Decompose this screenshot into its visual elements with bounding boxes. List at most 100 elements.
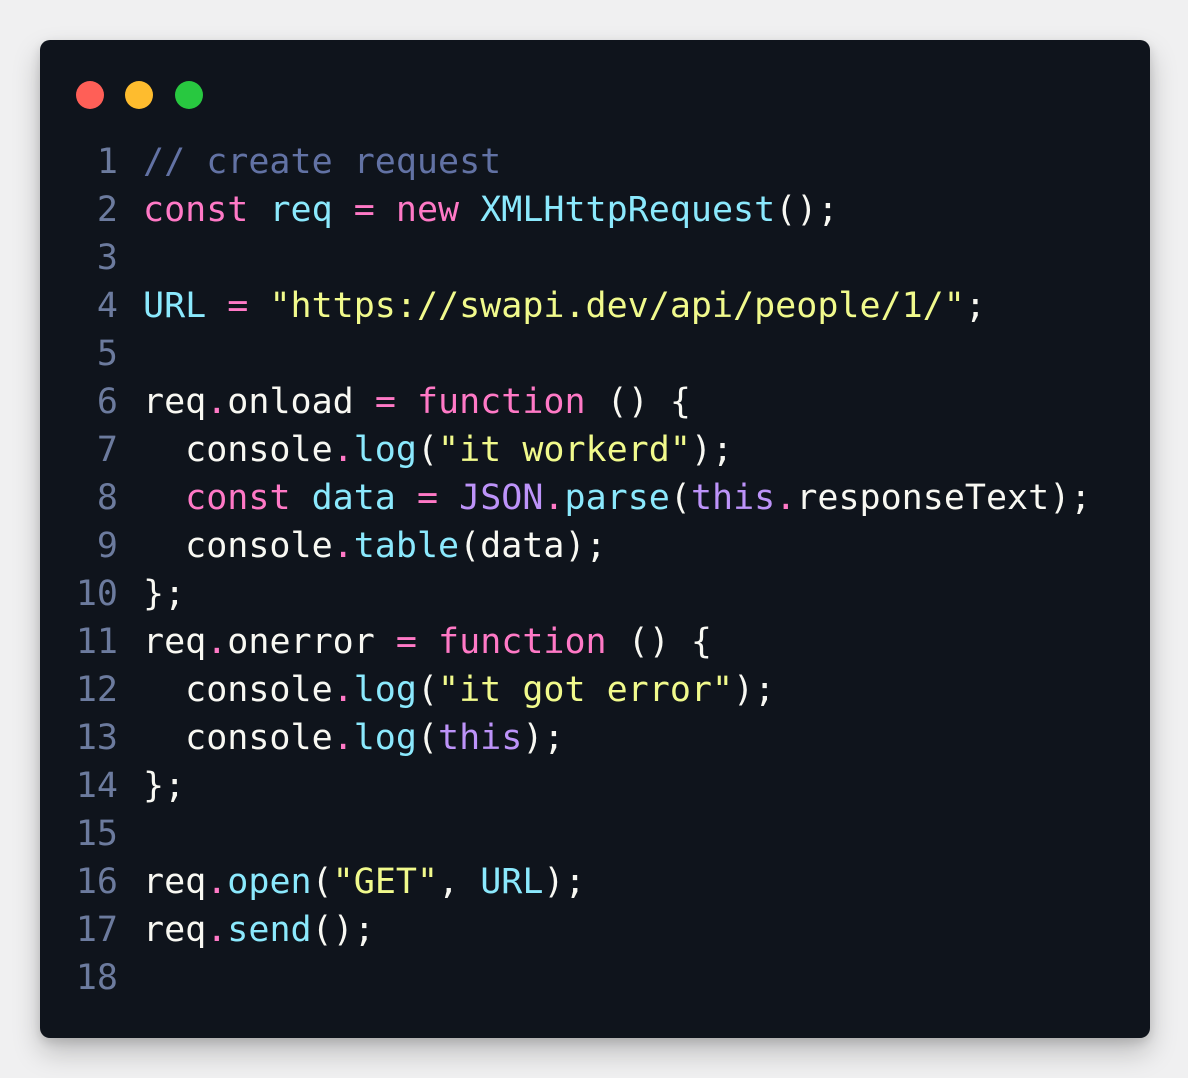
line-number: 12: [75, 670, 118, 710]
token-string: "it got error": [438, 670, 734, 710]
token-plain: console: [143, 718, 333, 758]
line-number: 4: [96, 286, 118, 326]
token-dot: .: [206, 622, 228, 662]
token-operator: =: [416, 478, 439, 518]
token-operator: =: [353, 190, 375, 230]
line-number: 17: [75, 910, 118, 950]
code-line: 3: [40, 234, 1091, 282]
line-number: 9: [96, 526, 118, 566]
token-punct: (: [311, 862, 333, 902]
code-line: 10};: [40, 570, 1091, 618]
line-text: console.log(this);: [143, 714, 564, 762]
token-variable: req: [269, 190, 333, 230]
line-text: req.send();: [143, 906, 375, 954]
minimize-dot-icon[interactable]: [125, 81, 153, 109]
token-keyword: function: [416, 382, 586, 422]
line-text: console.log("it got error");: [143, 666, 775, 714]
code-line: 9 console.table(data);: [40, 522, 1091, 570]
token-operator: =: [374, 382, 396, 422]
line-text: console.log("it workerd");: [143, 426, 733, 474]
line-text: req.onerror = function () {: [143, 618, 712, 666]
code-line: 14};: [40, 762, 1091, 810]
token-punct: () {: [627, 622, 712, 662]
code-editor[interactable]: 1 // create request 2 const req = new XMLHt…: [40, 138, 1092, 1002]
token-dot: .: [206, 382, 228, 422]
maximize-dot-icon[interactable]: [175, 81, 203, 109]
token-dot: .: [332, 670, 354, 710]
token-keyword: const: [185, 478, 291, 518]
line-text: // create request: [143, 138, 501, 186]
token-plain: onerror: [227, 622, 375, 662]
code-line: 18: [40, 954, 1091, 1002]
code-line: 13 console.log(this);: [40, 714, 1091, 762]
code-line: 8 const data = JSON.parse(this.responseT…: [40, 474, 1091, 522]
line-number: 18: [75, 958, 118, 998]
token-punct: ,: [438, 862, 481, 902]
code-line: 12 console.log("it got error");: [40, 666, 1091, 714]
line-number: 8: [96, 478, 118, 518]
token-plain: console: [143, 526, 333, 566]
token-dot: .: [775, 478, 797, 518]
token-string: "GET": [332, 862, 439, 902]
token-string: "https://swapi.dev/api/people/1/": [269, 286, 965, 326]
token-punct: (: [416, 670, 439, 710]
token-operator: =: [227, 286, 249, 326]
token-method: open: [227, 862, 312, 902]
token-punct: };: [143, 574, 186, 614]
token-dot: .: [543, 478, 565, 518]
token-punct: (: [416, 718, 439, 758]
line-text: const data = JSON.parse(this.responseTex…: [143, 474, 1091, 522]
token-dot: .: [332, 526, 354, 566]
line-number: 6: [96, 382, 118, 422]
line-text: req.open("GET", URL);: [143, 858, 586, 906]
token-plain: onload: [227, 382, 354, 422]
line-text: req.onload = function () {: [143, 378, 691, 426]
token-operator: =: [395, 622, 417, 662]
line-text: };: [143, 570, 185, 618]
line-number: 10: [75, 574, 118, 614]
token-method: send: [227, 910, 312, 950]
token-punct: ();: [311, 910, 375, 950]
code-line: 11 req.onerror = function () {: [40, 618, 1091, 666]
token-method: parse: [564, 478, 670, 518]
close-dot-icon[interactable]: [76, 81, 104, 109]
code-line: 15: [40, 810, 1091, 858]
token-json: JSON: [459, 478, 544, 518]
line-number: 14: [75, 766, 118, 806]
token-keyword: function: [438, 622, 607, 662]
token-punct: (data);: [459, 526, 607, 566]
token-plain: req: [143, 910, 207, 950]
token-dot: .: [206, 910, 228, 950]
code-line: 5: [40, 330, 1091, 378]
line-number: 15: [75, 814, 118, 854]
token-keyword: new: [395, 190, 460, 230]
token-method: log: [353, 718, 417, 758]
line-number: 13: [75, 718, 118, 758]
line-text: const req = new XMLHttpRequest();: [143, 186, 838, 234]
line-number: 11: [75, 622, 118, 662]
line-number: 16: [75, 862, 118, 902]
token-this: this: [690, 478, 776, 518]
token-punct: );: [543, 862, 586, 902]
line-number: 3: [96, 238, 118, 278]
code-line: 4 URL = "https://swapi.dev/api/people/1/"…: [40, 282, 1091, 330]
token-punct: );: [522, 718, 565, 758]
token-method: log: [353, 430, 417, 470]
code-window: 1 // create request 2 const req = new XMLHt…: [40, 40, 1150, 1038]
code-line: 6 req.onload = function () {: [40, 378, 1091, 426]
token-plain: req: [143, 622, 207, 662]
token-dot: .: [332, 430, 354, 470]
token-punct: ;: [964, 286, 986, 326]
